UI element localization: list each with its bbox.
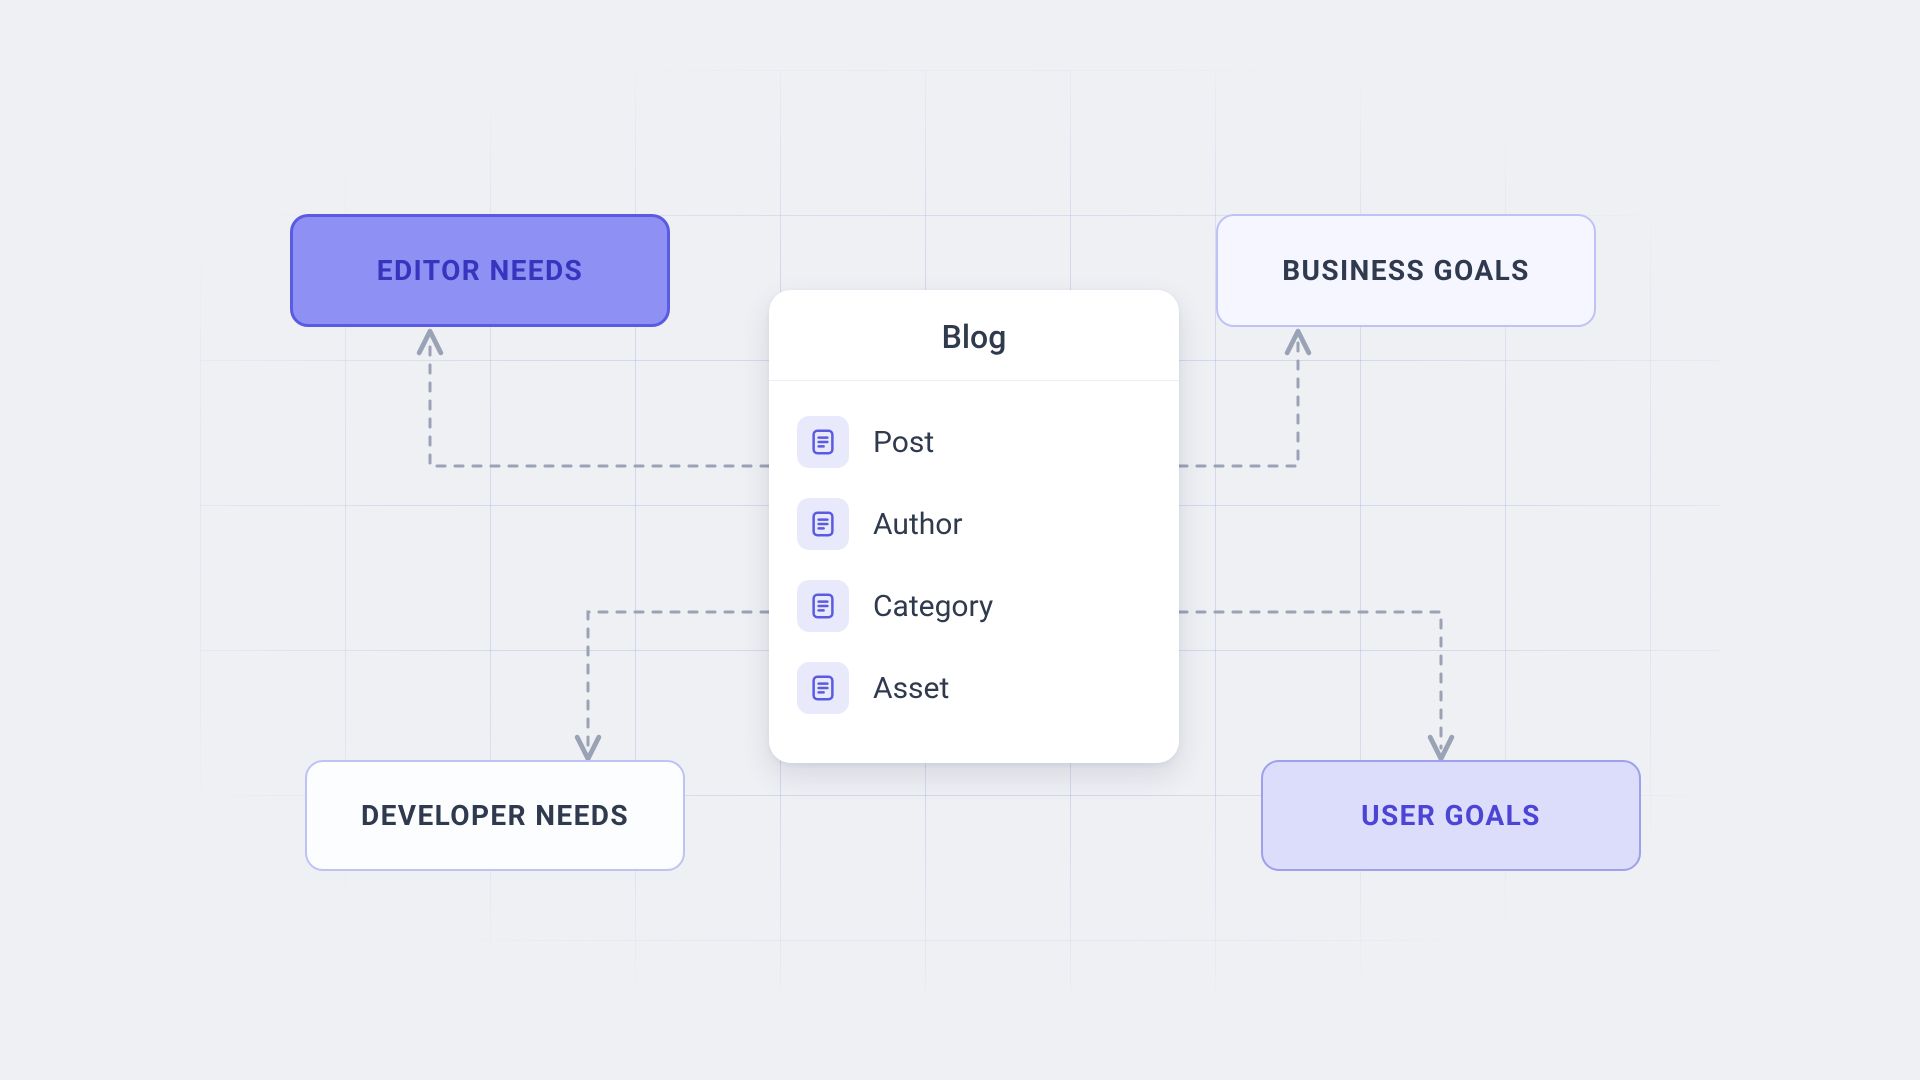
document-icon xyxy=(797,580,849,632)
node-business-goals: BUSINESS GOALS xyxy=(1216,214,1596,327)
node-user-goals: USER GOALS xyxy=(1261,760,1641,871)
card-body: Post Author Category Asset xyxy=(769,381,1179,763)
blog-card: Blog Post Author Category xyxy=(769,290,1179,763)
list-item-label: Post xyxy=(873,425,934,460)
node-label: DEVELOPER NEEDS xyxy=(361,799,629,832)
node-label: BUSINESS GOALS xyxy=(1282,254,1530,287)
list-item: Asset xyxy=(797,647,1151,729)
node-editor-needs: EDITOR NEEDS xyxy=(290,214,670,327)
list-item: Category xyxy=(797,565,1151,647)
document-icon xyxy=(797,498,849,550)
node-label: EDITOR NEEDS xyxy=(377,254,583,287)
document-icon xyxy=(797,662,849,714)
node-label: USER GOALS xyxy=(1361,799,1541,832)
list-item: Post xyxy=(797,401,1151,483)
diagram-stage: EDITOR NEEDS BUSINESS GOALS DEVELOPER NE… xyxy=(0,0,1920,1080)
list-item: Author xyxy=(797,483,1151,565)
card-title: Blog xyxy=(769,290,1179,381)
node-developer-needs: DEVELOPER NEEDS xyxy=(305,760,685,871)
list-item-label: Category xyxy=(873,589,993,624)
document-icon xyxy=(797,416,849,468)
list-item-label: Author xyxy=(873,507,963,542)
list-item-label: Asset xyxy=(873,671,949,706)
